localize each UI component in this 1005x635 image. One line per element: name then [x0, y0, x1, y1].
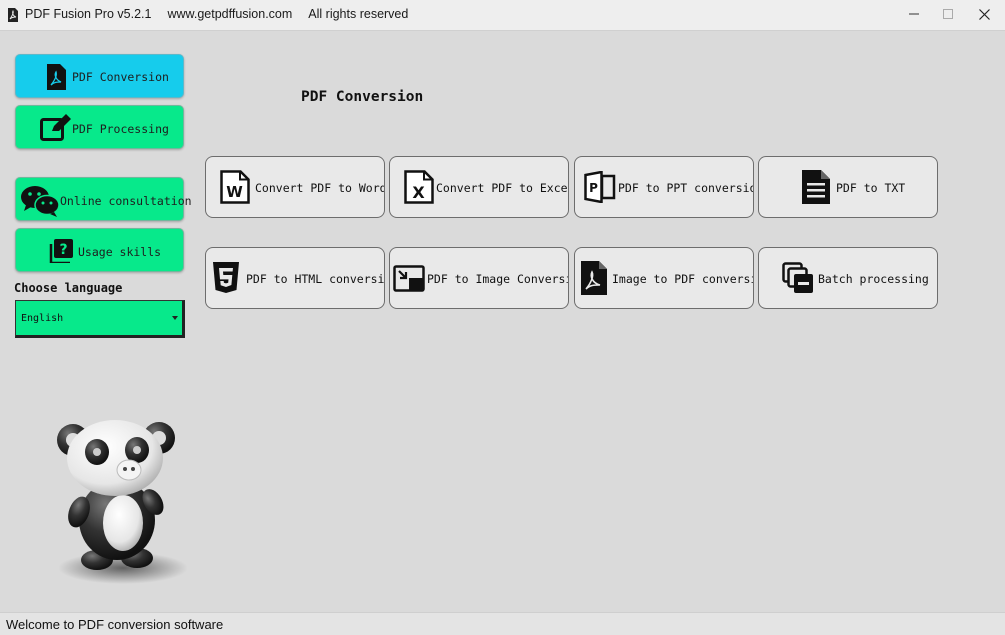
- text-file-icon: [799, 170, 833, 204]
- button-label: PDF to PPT conversion: [618, 181, 754, 195]
- status-bar: Welcome to PDF conversion software: [0, 612, 1005, 635]
- panda-mascot: [57, 420, 188, 584]
- html5-icon: [209, 261, 243, 295]
- help-icon: ?: [49, 239, 73, 263]
- pdf-file-icon: [577, 261, 611, 295]
- title-bar: PDF Fusion Pro v5.2.1 www.getpdffusion.co…: [0, 0, 1005, 31]
- batch-icon: [781, 261, 815, 295]
- svg-text:X: X: [412, 183, 425, 202]
- convert-pdf-to-excel-button[interactable]: X Convert PDF to Excel: [389, 156, 569, 218]
- svg-text:P: P: [589, 181, 598, 195]
- sidebar-item-label: PDF Processing: [72, 122, 169, 136]
- batch-processing-button[interactable]: Batch processing: [758, 247, 938, 309]
- sidebar-item-pdf-processing[interactable]: PDF Processing: [15, 105, 184, 149]
- button-label: Batch processing: [818, 272, 929, 286]
- image-to-pdf-button[interactable]: Image to PDF conversion: [574, 247, 754, 309]
- window-title: PDF Fusion Pro v5.2.1 www.getpdffusion.co…: [25, 7, 424, 21]
- pdf-to-html-button[interactable]: PDF to HTML conversion: [205, 247, 385, 309]
- chevron-down-icon: [172, 316, 178, 320]
- rights-text: All rights reserved: [308, 7, 409, 21]
- svg-text:?: ?: [59, 242, 67, 258]
- sidebar-item-usage-skills[interactable]: ? Usage skills: [15, 228, 184, 272]
- sidebar-item-label: PDF Conversion: [72, 70, 169, 84]
- language-label: Choose language: [14, 281, 123, 295]
- minimize-button[interactable]: [896, 3, 932, 25]
- sidebar-item-label: Online consultation: [60, 194, 192, 208]
- ppt-file-icon: P: [583, 170, 617, 204]
- button-label: Convert PDF to Excel: [436, 181, 569, 195]
- language-select[interactable]: English: [15, 300, 185, 338]
- sidebar-item-online-consultation[interactable]: Online consultation: [15, 177, 192, 221]
- edit-icon: [40, 114, 72, 142]
- wechat-icon: [20, 184, 60, 218]
- website-text: www.getpdffusion.com: [167, 7, 293, 21]
- button-label: PDF to TXT: [836, 181, 906, 195]
- maximize-button[interactable]: [930, 3, 966, 25]
- button-label: PDF to Image Conversion: [427, 272, 568, 286]
- pdf-to-ppt-button[interactable]: P PDF to PPT conversion: [574, 156, 754, 218]
- word-file-icon: W: [218, 170, 252, 204]
- image-convert-icon: [392, 261, 426, 295]
- pdf-to-image-button[interactable]: PDF to Image Conversion: [389, 247, 569, 309]
- pdf-to-txt-button[interactable]: PDF to TXT: [758, 156, 938, 218]
- excel-file-icon: X: [402, 170, 436, 204]
- button-label: PDF to HTML conversion: [246, 272, 385, 286]
- sidebar-item-label: Usage skills: [78, 245, 162, 259]
- language-value: English: [21, 313, 64, 324]
- status-message: Welcome to PDF conversion software: [6, 617, 224, 632]
- close-icon: [978, 8, 990, 20]
- maximize-icon: [943, 9, 953, 19]
- sidebar-item-pdf-conversion[interactable]: PDF Conversion: [15, 54, 184, 98]
- svg-text:W: W: [226, 183, 243, 201]
- convert-pdf-to-word-button[interactable]: W Convert PDF to Word: [205, 156, 385, 218]
- minimize-icon: [909, 13, 919, 15]
- pdf-file-icon: [44, 64, 68, 90]
- close-button[interactable]: [966, 3, 1002, 25]
- page-title: PDF Conversion: [301, 89, 424, 105]
- app-title: PDF Fusion Pro v5.2.1: [25, 7, 152, 21]
- button-label: Convert PDF to Word: [255, 181, 385, 195]
- app-pdf-icon: [8, 8, 18, 22]
- button-label: Image to PDF conversion: [612, 272, 753, 286]
